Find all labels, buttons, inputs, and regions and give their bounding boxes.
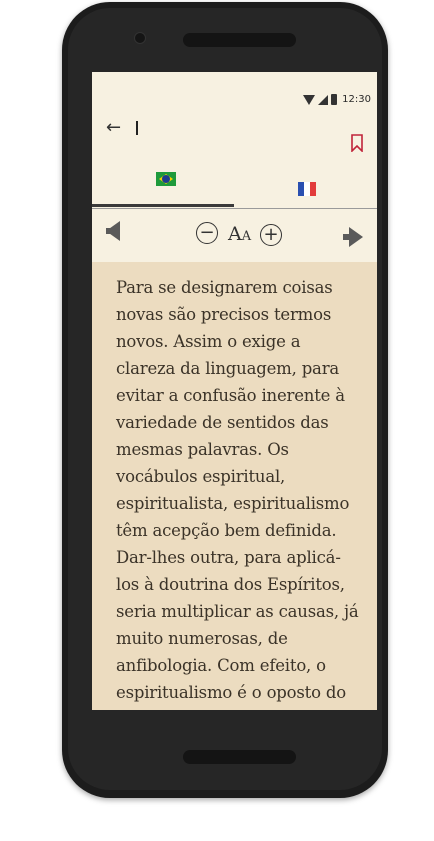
bottom-speaker [183, 750, 296, 764]
next-page-arrow-icon[interactable] [343, 227, 363, 247]
tab-portuguese[interactable] [92, 164, 234, 209]
decrease-font-button[interactable]: − [196, 222, 218, 244]
active-tab-indicator [92, 204, 234, 207]
battery-icon [331, 94, 338, 105]
reader-toolbar: − AA + [92, 209, 377, 259]
back-arrow-icon[interactable]: ← [106, 118, 121, 138]
bookmark-icon[interactable] [351, 134, 363, 156]
brazil-flag-icon [156, 172, 176, 186]
france-flag-icon [298, 182, 316, 196]
reading-pane[interactable]: Para se designarem coisas novas são prec… [92, 262, 377, 710]
front-camera [134, 32, 146, 44]
book-paragraph: Para se designarem coisas novas são prec… [116, 278, 359, 702]
status-time: 12:30 [342, 94, 371, 105]
font-size-icon: AA [228, 223, 252, 245]
language-tabs [92, 164, 377, 209]
previous-page-arrow-icon[interactable] [106, 221, 120, 241]
search-input[interactable] [136, 121, 138, 135]
status-bar: 12:30 [92, 94, 377, 110]
tab-french[interactable] [235, 164, 377, 209]
top-speaker [183, 33, 296, 47]
signal-icon [318, 94, 329, 105]
increase-font-button[interactable]: + [260, 224, 282, 246]
wifi-icon [303, 94, 316, 105]
app-screen: 12:30 ← − AA + Para se designarem coisas… [92, 72, 377, 710]
app-bar: ← [92, 110, 377, 170]
